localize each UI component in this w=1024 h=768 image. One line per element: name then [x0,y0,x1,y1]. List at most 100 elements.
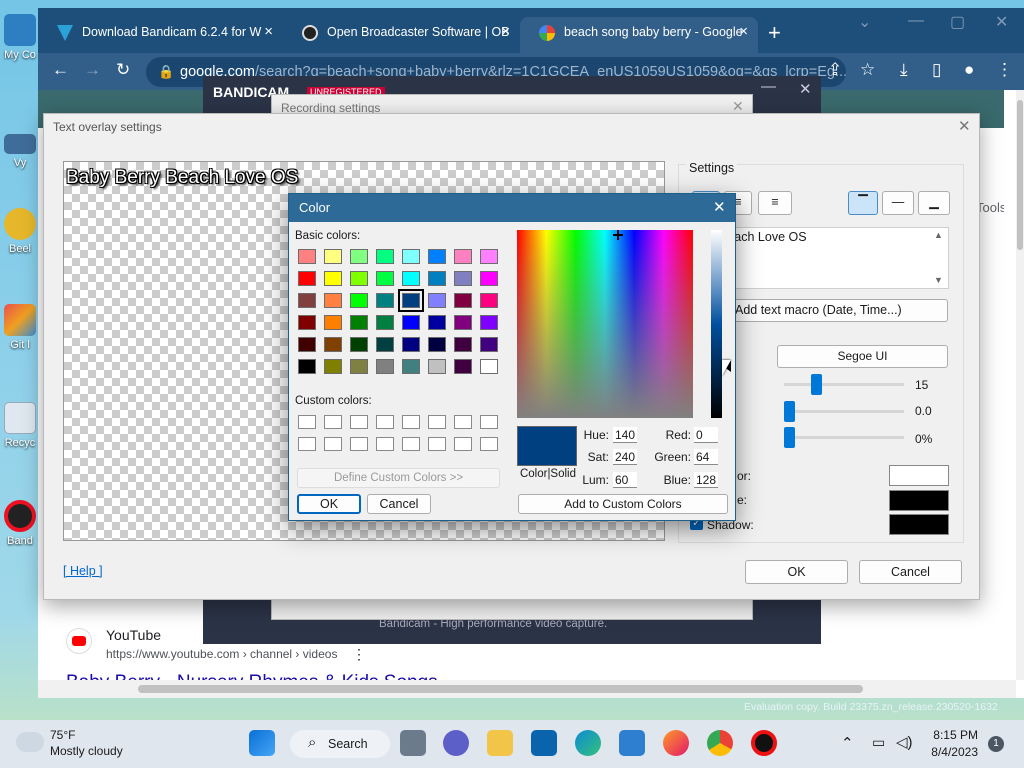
custom-color-swatch[interactable] [376,415,394,429]
basic-color-swatch[interactable] [428,315,446,330]
close-tab-icon[interactable]: × [501,17,510,47]
blue-field[interactable]: 128 [694,472,718,488]
color-cancel-button[interactable]: Cancel [367,494,431,514]
basic-color-swatch[interactable] [324,359,342,374]
basic-color-swatch[interactable] [298,271,316,286]
basic-color-swatch[interactable] [298,315,316,330]
task-view-icon[interactable] [400,730,426,756]
define-custom-colors-button[interactable]: Define Custom Colors >> [297,468,500,488]
basic-color-swatch[interactable] [428,293,446,308]
basic-color-swatch[interactable] [454,337,472,352]
color-ok-button[interactable]: OK [297,494,361,514]
lum-field[interactable]: 60 [613,472,637,488]
desktop-icon-beel[interactable]: Beel [0,208,40,255]
basic-color-swatch[interactable] [298,337,316,352]
vertical-scrollbar[interactable] [1016,90,1024,680]
basic-color-swatch[interactable] [454,249,472,264]
text-color-swatch[interactable] [889,465,949,486]
basic-color-swatch[interactable] [480,359,498,374]
desktop-icon-git[interactable]: Git l [0,304,40,351]
weather-desc[interactable]: Mostly cloudy [50,744,123,758]
minimize-icon[interactable]: — [908,12,924,30]
basic-color-swatch[interactable] [480,315,498,330]
add-text-macro-button[interactable]: Add text macro (Date, Time...) [724,299,948,322]
close-icon[interactable]: ✕ [713,194,726,222]
custom-color-swatch[interactable] [402,437,420,451]
bandicam-close-icon[interactable]: ✕ [799,80,812,98]
desktop-icon-my-computer[interactable]: My Co [0,14,40,61]
basic-color-swatch[interactable] [402,359,420,374]
basic-color-swatch[interactable] [350,271,368,286]
menu-kebab-icon[interactable]: ⋮ [996,60,1013,80]
forward-icon[interactable]: → [84,60,101,80]
tab-bandicam-download[interactable]: Download Bandicam 6.2.4 for W × [38,17,283,53]
basic-color-swatch[interactable] [324,271,342,286]
custom-color-swatch[interactable] [324,437,342,451]
desktop-icon-vy[interactable]: Vy [0,134,40,169]
scroll-down-icon[interactable]: ▼ [934,275,943,285]
tab-search-chevron-icon[interactable]: ⌄ [858,12,871,32]
custom-color-swatch[interactable] [480,437,498,451]
custom-color-swatch[interactable] [350,437,368,451]
basic-color-swatch[interactable] [402,271,420,286]
teams-chat-icon[interactable] [443,730,469,756]
transparency-slider-thumb[interactable] [784,427,795,448]
red-field[interactable]: 0 [694,427,718,443]
basic-color-swatch[interactable] [376,249,394,264]
bandicam-taskbar-icon[interactable] [751,730,777,756]
volume-icon[interactable]: ◁) [896,733,913,751]
firefox-icon[interactable] [663,730,689,756]
close-window-icon[interactable]: ✕ [995,12,1008,32]
help-link[interactable]: [ Help ] [63,564,103,578]
clock-time[interactable]: 8:15 PM [928,728,978,742]
chrome-icon[interactable] [707,730,733,756]
custom-color-swatch[interactable] [428,415,446,429]
clock-date[interactable]: 8/4/2023 [928,745,978,759]
valign-bottom-button[interactable]: ▁ [918,191,950,215]
custom-color-swatch[interactable] [298,415,316,429]
tools-link[interactable]: Tools [976,200,1004,215]
valign-top-button[interactable]: ▔ [848,191,878,215]
custom-color-swatch[interactable] [402,415,420,429]
more-options-icon[interactable]: ⋮ [352,646,366,663]
custom-color-swatch[interactable] [350,415,368,429]
show-hidden-icons-chevron-icon[interactable]: ⌃ [841,734,854,752]
new-tab-button[interactable]: + [768,20,781,46]
basic-color-swatch[interactable] [402,337,420,352]
result-title-link[interactable]: Baby Berry - Nursery Rhymes & Kids Songs [66,672,438,680]
basic-color-swatch[interactable] [324,249,342,264]
store-icon[interactable] [619,730,645,756]
share-icon[interactable]: ⇪ [828,60,842,80]
side-panel-icon[interactable]: ▯ [932,60,941,80]
sat-field[interactable]: 240 [613,449,637,465]
basic-color-swatch[interactable] [454,293,472,308]
outline-slider-thumb[interactable] [784,401,795,422]
close-tab-icon[interactable]: × [739,17,748,47]
basic-color-swatch[interactable] [376,359,394,374]
basic-color-swatch[interactable] [398,289,424,312]
horizontal-scrollbar[interactable] [38,680,1016,698]
custom-color-swatch[interactable] [454,437,472,451]
custom-color-swatch[interactable] [454,415,472,429]
scroll-up-icon[interactable]: ▲ [934,230,943,240]
basic-color-swatch[interactable] [454,271,472,286]
desktop-icon-bandicam[interactable]: Band [0,500,40,547]
font-select-button[interactable]: Segoe UI [777,345,948,368]
custom-color-swatch[interactable] [298,437,316,451]
network-icon[interactable]: ▭ [872,734,885,751]
profile-icon[interactable]: ● [964,60,974,80]
basic-color-swatch[interactable] [428,359,446,374]
basic-color-swatch[interactable] [454,315,472,330]
basic-color-swatch[interactable] [324,337,342,352]
desktop-icon-recycle-bin[interactable]: Recyc [0,402,40,449]
basic-color-swatch[interactable] [350,249,368,264]
basic-color-swatch[interactable] [480,293,498,308]
custom-color-swatch[interactable] [428,437,446,451]
start-windows-icon[interactable] [249,730,275,756]
outline-color-swatch[interactable] [889,490,949,511]
custom-color-swatch[interactable] [324,415,342,429]
shadow-color-swatch[interactable] [889,514,949,535]
custom-color-swatch[interactable] [480,415,498,429]
align-right-button[interactable]: ≡ [758,191,792,215]
ok-button[interactable]: OK [745,560,848,584]
